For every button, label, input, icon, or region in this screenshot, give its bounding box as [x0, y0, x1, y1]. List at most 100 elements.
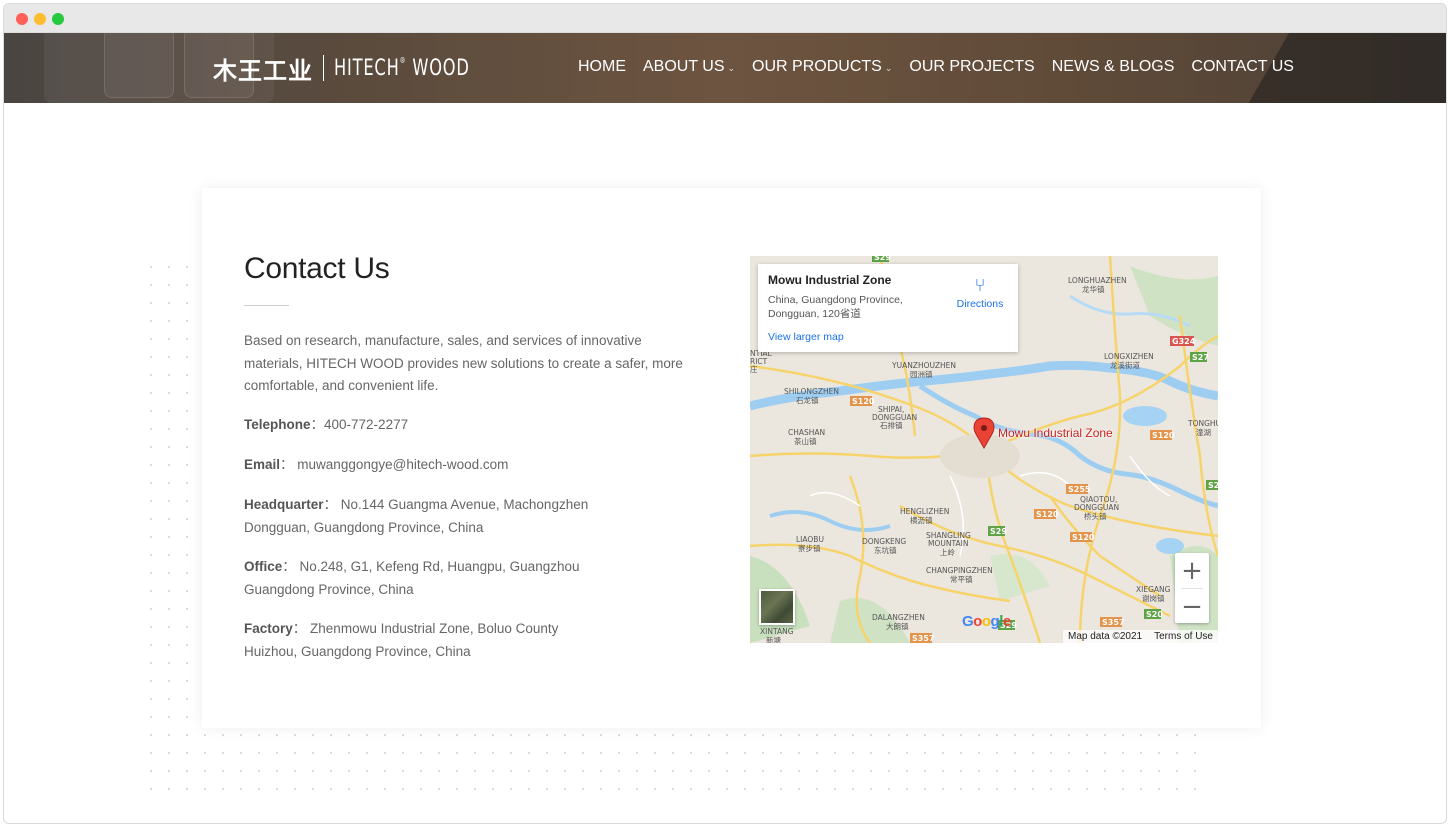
main-nav: HOME ABOUT US ⌄ OUR PRODUCTS ⌄ OUR PROJECT…: [578, 58, 1294, 76]
browser-window: 木王工业 HITECH® WOOD HOME ABOUT US ⌄ OUR PRO…: [3, 3, 1447, 824]
svg-text:桥头镇: 桥头镇: [1084, 511, 1107, 521]
title-bar: [4, 4, 1446, 33]
svg-text:LIAOBU: LIAOBU: [796, 535, 824, 544]
nav-about-us[interactable]: ABOUT US ⌄: [643, 58, 735, 76]
svg-text:庄: 庄: [750, 364, 758, 374]
headquarter-info: Headquarter： No.144 Guangma Avenue, Mach…: [244, 497, 589, 535]
contact-card: Contact Us Based on research, manufactur…: [202, 188, 1261, 728]
logo-chinese-text: 木王工业: [213, 56, 313, 85]
svg-text:S29: S29: [990, 527, 1007, 536]
headquarter-label: Headquarter: [244, 497, 324, 512]
svg-text:东坑镇: 东坑镇: [874, 545, 897, 555]
svg-text:MOUNTAIN: MOUNTAIN: [928, 539, 968, 548]
email-value[interactable]: muwanggongye@hitech-wood.com: [297, 457, 508, 472]
nav-our-products[interactable]: OUR PRODUCTS ⌄: [752, 58, 892, 76]
factory-label: Factory: [244, 621, 293, 636]
nav-home[interactable]: HOME: [578, 58, 626, 76]
map-data-text: Map data ©2021: [1068, 631, 1143, 642]
svg-text:新塘: 新塘: [766, 635, 781, 643]
chevron-down-icon: ⌄: [884, 63, 893, 73]
view-larger-map-link[interactable]: View larger map: [768, 331, 844, 343]
satellite-toggle[interactable]: [759, 589, 795, 625]
map-attribution: Map data ©2021 Terms of Use: [1063, 630, 1218, 643]
svg-text:G324: G324: [1172, 337, 1196, 346]
svg-text:S27: S27: [1192, 353, 1209, 362]
svg-text:谢岗镇: 谢岗镇: [1142, 593, 1165, 603]
svg-text:SHILONGZHEN: SHILONGZHEN: [784, 387, 839, 396]
svg-text:茶山镇: 茶山镇: [794, 436, 817, 446]
headquarter-line2: Dongguan, Guangdong Province, China: [244, 519, 484, 535]
svg-text:上岭: 上岭: [940, 547, 955, 557]
svg-text:S120: S120: [1072, 533, 1095, 542]
map-marker-label[interactable]: Mowu Industrial Zone: [998, 426, 1113, 440]
email-label: Email: [244, 457, 281, 472]
office-line2: Guangdong Province, China: [244, 581, 414, 597]
svg-text:XIEGANG: XIEGANG: [1136, 585, 1171, 594]
directions-button[interactable]: ⑂ Directions: [950, 276, 1010, 310]
site-header: 木王工业 HITECH® WOOD HOME ABOUT US ⌄ OUR PRO…: [4, 33, 1446, 103]
svg-text:潼湖: 潼湖: [1196, 427, 1211, 437]
google-logo: Google: [962, 613, 1011, 630]
factory-line1: Zhenmowu Industrial Zone, Boluo County: [310, 621, 559, 636]
svg-text:DALANGZHEN: DALANGZHEN: [872, 613, 925, 622]
zoom-in-button[interactable]: +: [1175, 553, 1209, 588]
svg-text:LONGXIZHEN: LONGXIZHEN: [1104, 352, 1154, 361]
map-info-box: Mowu Industrial Zone China, Guangdong Pr…: [758, 264, 1018, 352]
map-place-address: China, Guangdong Province, Dongguan, 120省…: [768, 294, 903, 320]
nav-news-blogs[interactable]: NEWS & BLOGS: [1052, 58, 1175, 76]
svg-text:TONGHU: TONGHU: [1187, 419, 1218, 428]
svg-text:DONGGUAN: DONGGUAN: [1074, 503, 1119, 512]
factory-line2: Huizhou, Guangdong Province, China: [244, 643, 471, 659]
svg-text:S120: S120: [852, 397, 875, 406]
map-place-title: Mowu Industrial Zone: [768, 273, 892, 287]
directions-icon: ⑂: [974, 275, 986, 295]
nav-contact-us[interactable]: CONTACT US: [1191, 58, 1294, 76]
svg-text:寮步镇: 寮步镇: [798, 543, 821, 553]
minimize-window-button[interactable]: [34, 13, 46, 25]
office-label: Office: [244, 559, 283, 574]
svg-text:LONGHUAZHEN: LONGHUAZHEN: [1068, 276, 1127, 285]
svg-text:S29: S29: [874, 256, 891, 262]
svg-text:DONGKENG: DONGKENG: [862, 537, 906, 546]
zoom-window-button[interactable]: [52, 13, 64, 25]
svg-text:石排镇: 石排镇: [880, 420, 903, 430]
svg-text:CHANGPINGZHEN: CHANGPINGZHEN: [926, 566, 993, 575]
svg-text:园洲镇: 园洲镇: [910, 369, 933, 379]
office-line1: No.248, G1, Kefeng Rd, Huangpu, Guangzho…: [299, 559, 580, 574]
logo-english-text: HITECH® WOOD: [334, 55, 470, 81]
directions-label: Directions: [956, 298, 1004, 310]
chevron-down-icon: ⌄: [727, 63, 736, 73]
svg-text:YUANZHOUZHEN: YUANZHOUZHEN: [891, 361, 956, 370]
google-map[interactable]: S120 S120 S120 S120 S255 S29 S27 G324 S2…: [750, 256, 1218, 643]
intro-text: Based on research, manufacture, sales, a…: [244, 333, 683, 393]
office-info: Office： No.248, G1, Kefeng Rd, Huangpu, …: [244, 559, 580, 597]
svg-text:S2: S2: [1208, 481, 1218, 490]
zoom-out-button[interactable]: −: [1175, 589, 1209, 624]
site-logo[interactable]: 木王工业 HITECH® WOOD: [213, 53, 500, 85]
title-underline: [244, 305, 289, 306]
telephone-info: Telephone：400-772-2277: [244, 417, 409, 432]
dot-pattern-bottom: [142, 726, 1212, 798]
factory-info: Factory： Zhenmowu Industrial Zone, Boluo…: [244, 621, 559, 659]
svg-text:大朗镇: 大朗镇: [886, 621, 909, 631]
terms-of-use-link[interactable]: Terms of Use: [1154, 631, 1213, 642]
email-info: Email： muwanggongye@hitech-wood.com: [244, 457, 509, 472]
svg-text:S120: S120: [1152, 431, 1175, 440]
close-window-button[interactable]: [16, 13, 28, 25]
telephone-value[interactable]: 400-772-2277: [324, 417, 408, 432]
svg-text:S357: S357: [1102, 618, 1124, 627]
nav-our-projects[interactable]: OUR PROJECTS: [909, 58, 1034, 76]
dot-pattern-left: [142, 258, 198, 798]
svg-text:CHASHAN: CHASHAN: [788, 428, 825, 437]
svg-text:石龙镇: 石龙镇: [796, 395, 819, 405]
svg-text:XINTANG: XINTANG: [760, 627, 794, 636]
telephone-label: Telephone: [244, 417, 311, 432]
svg-text:龙溪街道: 龙溪街道: [1110, 360, 1140, 370]
svg-text:常平镇: 常平镇: [950, 574, 973, 584]
logo-separator: [323, 55, 324, 81]
svg-text:S357: S357: [912, 634, 934, 643]
svg-text:龙华镇: 龙华镇: [1082, 284, 1105, 294]
map-zoom-controls: + −: [1175, 553, 1209, 623]
svg-text:S120: S120: [1036, 510, 1059, 519]
svg-text:S20: S20: [1146, 610, 1163, 619]
